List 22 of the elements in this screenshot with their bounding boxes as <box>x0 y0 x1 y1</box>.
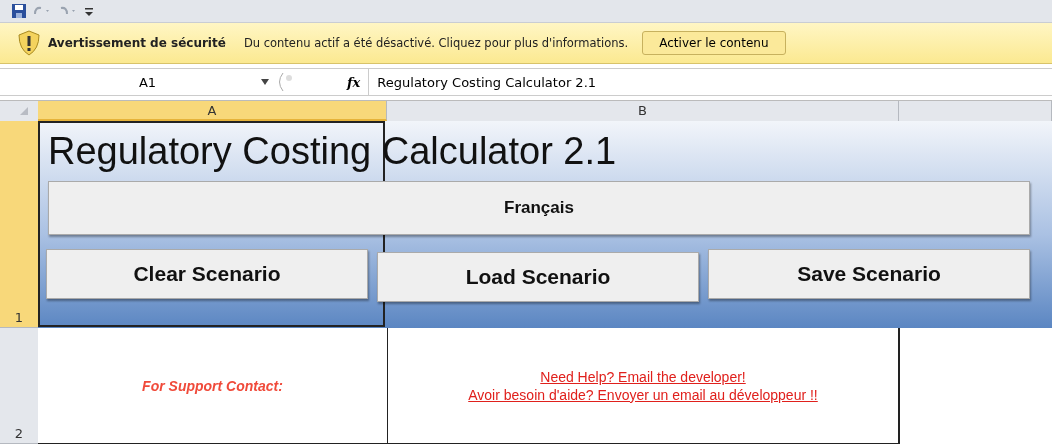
column-header[interactable]: A <box>38 101 387 121</box>
formula-field[interactable]: Regulatory Costing Calculator 2.1 <box>368 69 1052 95</box>
warning-shield-icon <box>18 30 40 56</box>
language-button[interactable]: Français <box>48 181 1030 235</box>
scenario-button[interactable]: Save Scenario <box>708 249 1030 299</box>
security-warning-title: Avertissement de sécurité <box>48 36 226 50</box>
row-header[interactable]: 1 <box>0 121 38 328</box>
help-link[interactable]: Avoir besoin d'aide? Envoyer un email au développeur !! <box>468 386 818 403</box>
name-box[interactable]: A1 <box>0 74 255 90</box>
function-label[interactable]: fx <box>347 74 361 90</box>
security-warning-message[interactable]: Du contenu actif a été désactivé. Cliquez pour plus d'informations. <box>243 36 629 50</box>
help-link[interactable]: Need Help? Email the developer! <box>540 368 746 385</box>
undo-icon[interactable] <box>32 5 52 17</box>
customize-icon[interactable] <box>84 5 94 17</box>
save-icon[interactable] <box>12 4 26 18</box>
enable-content-button[interactable]: Activer le contenu <box>642 31 786 55</box>
row-header[interactable]: 2 <box>0 328 38 444</box>
support-label: For Support Contact: <box>142 377 283 394</box>
dropdown-caret-icon[interactable] <box>261 79 269 85</box>
scenario-button[interactable]: Load Scenario <box>377 252 699 302</box>
redo-icon[interactable] <box>58 5 78 17</box>
scenario-button[interactable]: Clear Scenario <box>46 249 368 299</box>
